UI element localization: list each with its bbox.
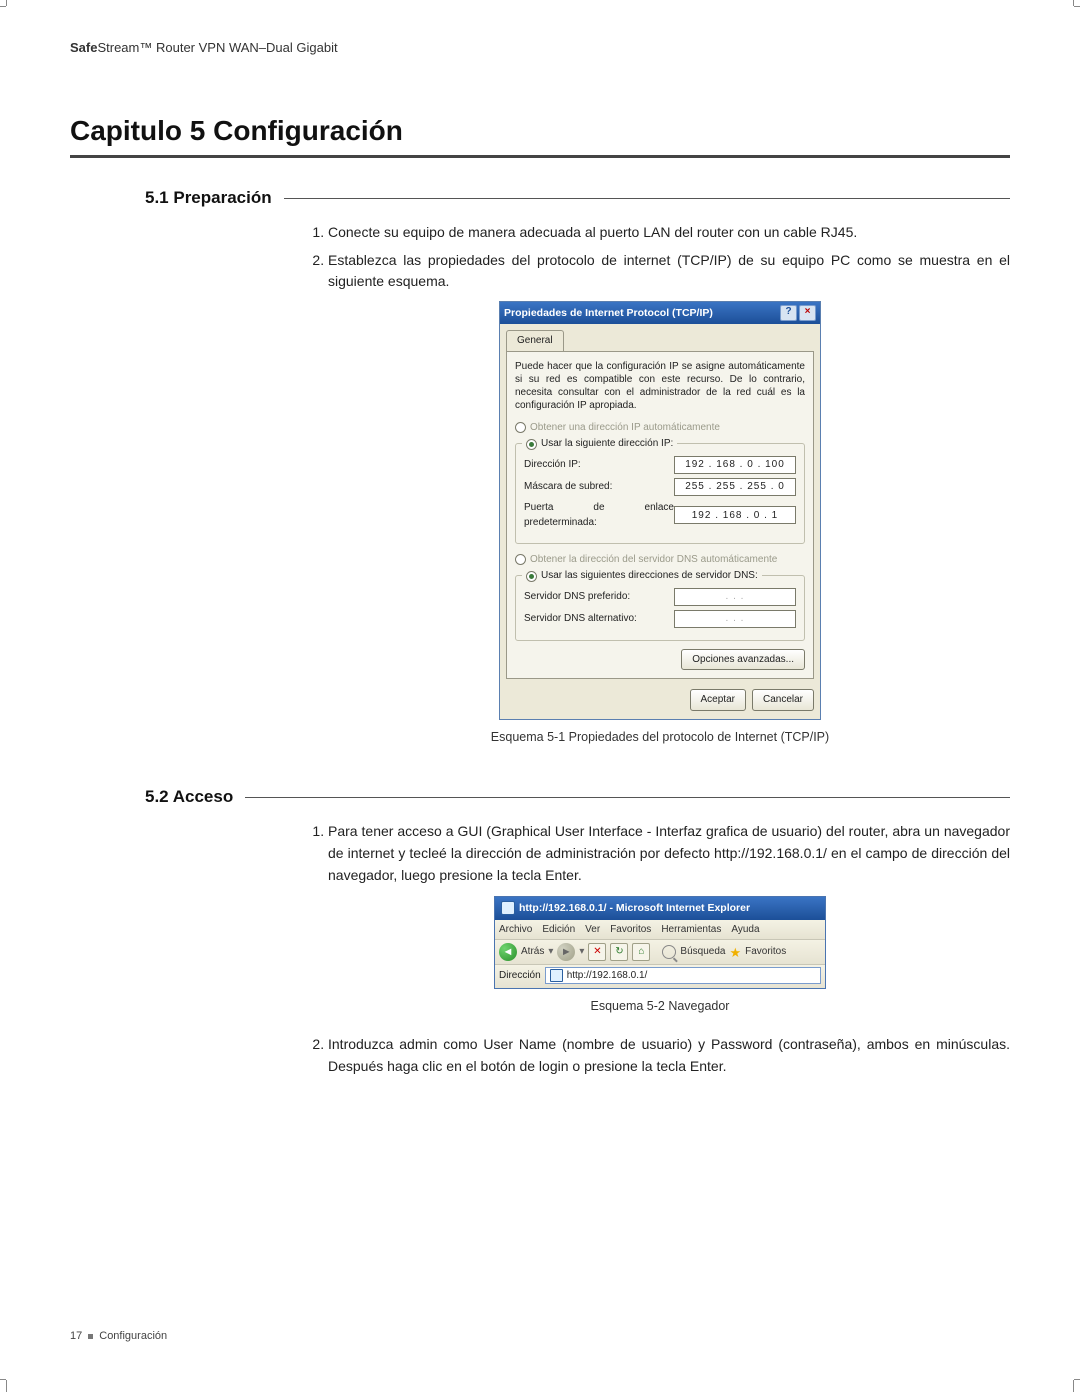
lbl-dns2: Servidor DNS alternativo: <box>524 611 674 627</box>
address-field[interactable]: http://192.168.0.1/ <box>545 967 821 984</box>
stop-icon[interactable]: ✕ <box>588 943 606 961</box>
menu-ayuda[interactable]: Ayuda <box>731 922 759 938</box>
tab-strip: General <box>500 324 820 351</box>
back-label[interactable]: Atrás <box>521 944 544 960</box>
dialog-titlebar: Propiedades de Internet Protocol (TCP/IP… <box>500 302 820 324</box>
back-icon[interactable]: ◄ <box>499 943 517 961</box>
brand-bold: Safe <box>70 40 97 55</box>
dialog-title-text: Propiedades de Internet Protocol (TCP/IP… <box>504 305 713 321</box>
ie-title-text: http://192.168.0.1/ - Microsoft Internet… <box>519 900 750 916</box>
lbl-gw: Puerta de enlace predeterminada: <box>524 500 674 531</box>
row-dns2: Servidor DNS alternativo: . . . <box>524 610 796 628</box>
help-icon[interactable]: ? <box>780 305 797 321</box>
caption-5-2: Esquema 5-2 Navegador <box>310 997 1010 1016</box>
radio-auto-dns[interactable]: Obtener la dirección del servidor DNS au… <box>515 552 805 568</box>
menu-ver[interactable]: Ver <box>585 922 600 938</box>
input-mask[interactable]: 255 . 255 . 255 . 0 <box>674 478 796 496</box>
menu-favoritos[interactable]: Favoritos <box>610 922 651 938</box>
ie-toolbar: ◄ Atrás ▾ ► ▾ ✕ ↻ ⌂ Búsqueda ★ Favoritos <box>495 940 825 965</box>
ie-addressbar: Dirección http://192.168.0.1/ <box>495 965 825 988</box>
dialog-buttons: Aceptar Cancelar <box>500 685 820 719</box>
step-1-2: Establezca las propiedades del protocolo… <box>328 250 1010 293</box>
section-line <box>284 198 1010 199</box>
menu-edicion[interactable]: Edición <box>542 922 575 938</box>
radio-auto-ip[interactable]: Obtener una dirección IP automáticamente <box>515 420 805 436</box>
dns-fieldset: Usar las siguientes direcciones de servi… <box>515 575 805 641</box>
section-5-2-header: 5.2 Acceso <box>70 787 1010 807</box>
step-1-1: Conecte su equipo de manera adecuada al … <box>328 222 1010 244</box>
dialog-panel: Puede hacer que la configuración IP se a… <box>506 351 814 680</box>
refresh-icon[interactable]: ↻ <box>610 943 628 961</box>
chapter-title: Capitulo 5 Configuración <box>70 115 1010 155</box>
radio-icon <box>526 439 537 450</box>
dialog-intro: Puede hacer que la configuración IP se a… <box>515 360 805 412</box>
search-label[interactable]: Búsqueda <box>680 944 725 960</box>
address-label: Dirección <box>499 968 541 984</box>
ok-button[interactable]: Aceptar <box>690 689 746 711</box>
ie-titlebar: http://192.168.0.1/ - Microsoft Internet… <box>495 897 825 919</box>
row-gw: Puerta de enlace predeterminada: 192 . 1… <box>524 500 796 531</box>
favorites-icon[interactable]: ★ <box>729 946 741 959</box>
row-ip: Dirección IP: 192 . 168 . 0 . 100 <box>524 456 796 474</box>
row-dns1: Servidor DNS preferido: . . . <box>524 588 796 606</box>
radio-auto-ip-label: Obtener una dirección IP automáticamente <box>530 420 720 436</box>
caption-5-1: Esquema 5-1 Propiedades del protocolo de… <box>310 728 1010 747</box>
input-dns1[interactable]: . . . <box>674 588 796 606</box>
section-5-1-header: 5.1 Preparación <box>70 188 1010 208</box>
search-icon[interactable] <box>662 945 676 959</box>
advanced-row: Opciones avanzadas... <box>515 649 805 671</box>
ie-window: http://192.168.0.1/ - Microsoft Internet… <box>494 896 826 989</box>
section-line <box>245 797 1010 798</box>
input-gw[interactable]: 192 . 168 . 0 . 1 <box>674 506 796 524</box>
footer-square-icon <box>88 1334 93 1339</box>
radio-use-ip[interactable]: Usar la siguiente dirección IP: <box>522 436 677 452</box>
radio-icon <box>515 554 526 565</box>
brand-light: Stream™ <box>97 40 152 55</box>
radio-use-dns[interactable]: Usar las siguientes direcciones de servi… <box>522 568 762 584</box>
section-5-1-body: Conecte su equipo de manera adecuada al … <box>310 222 1010 747</box>
cancel-button[interactable]: Cancelar <box>752 689 814 711</box>
doc-header: SafeStream™ Router VPN WAN–Dual Gigabit <box>70 40 1010 55</box>
menu-herramientas[interactable]: Herramientas <box>661 922 721 938</box>
radio-use-ip-label: Usar la siguiente dirección IP: <box>541 436 673 452</box>
footer-section: Configuración <box>99 1330 167 1342</box>
forward-icon[interactable]: ► <box>557 943 575 961</box>
footer-page: 17 <box>70 1330 82 1342</box>
menu-archivo[interactable]: Archivo <box>499 922 532 938</box>
radio-icon <box>515 422 526 433</box>
lbl-dns1: Servidor DNS preferido: <box>524 589 674 605</box>
page-footer: 17 Configuración <box>70 1330 167 1342</box>
section-title: 5.1 Preparación <box>70 188 272 208</box>
product-name: Router VPN WAN–Dual Gigabit <box>152 40 337 55</box>
address-value: http://192.168.0.1/ <box>567 968 648 984</box>
ip-fieldset: Usar la siguiente dirección IP: Direcció… <box>515 443 805 544</box>
page-icon <box>550 969 563 982</box>
close-icon[interactable]: × <box>799 305 816 321</box>
chapter-rule <box>70 155 1010 158</box>
tab-general[interactable]: General <box>506 330 564 351</box>
lbl-ip: Dirección IP: <box>524 457 674 473</box>
step-2-1: Para tener acceso a GUI (Graphical User … <box>328 821 1010 886</box>
advanced-button[interactable]: Opciones avanzadas... <box>681 649 805 671</box>
ie-menubar: Archivo Edición Ver Favoritos Herramient… <box>495 920 825 941</box>
lbl-mask: Máscara de subred: <box>524 479 674 495</box>
tcpip-dialog: Propiedades de Internet Protocol (TCP/IP… <box>499 301 821 720</box>
radio-icon <box>526 571 537 582</box>
row-mask: Máscara de subred: 255 . 255 . 255 . 0 <box>524 478 796 496</box>
ie-icon <box>501 901 515 915</box>
radio-use-dns-label: Usar las siguientes direcciones de servi… <box>541 568 758 584</box>
home-icon[interactable]: ⌂ <box>632 943 650 961</box>
favorites-label[interactable]: Favoritos <box>745 944 786 960</box>
input-ip[interactable]: 192 . 168 . 0 . 100 <box>674 456 796 474</box>
section-title: 5.2 Acceso <box>70 787 233 807</box>
radio-auto-dns-label: Obtener la dirección del servidor DNS au… <box>530 552 777 568</box>
section-5-2-body: Para tener acceso a GUI (Graphical User … <box>310 821 1010 1078</box>
step-2-2: Introduzca admin como User Name (nombre … <box>328 1034 1010 1077</box>
input-dns2[interactable]: . . . <box>674 610 796 628</box>
